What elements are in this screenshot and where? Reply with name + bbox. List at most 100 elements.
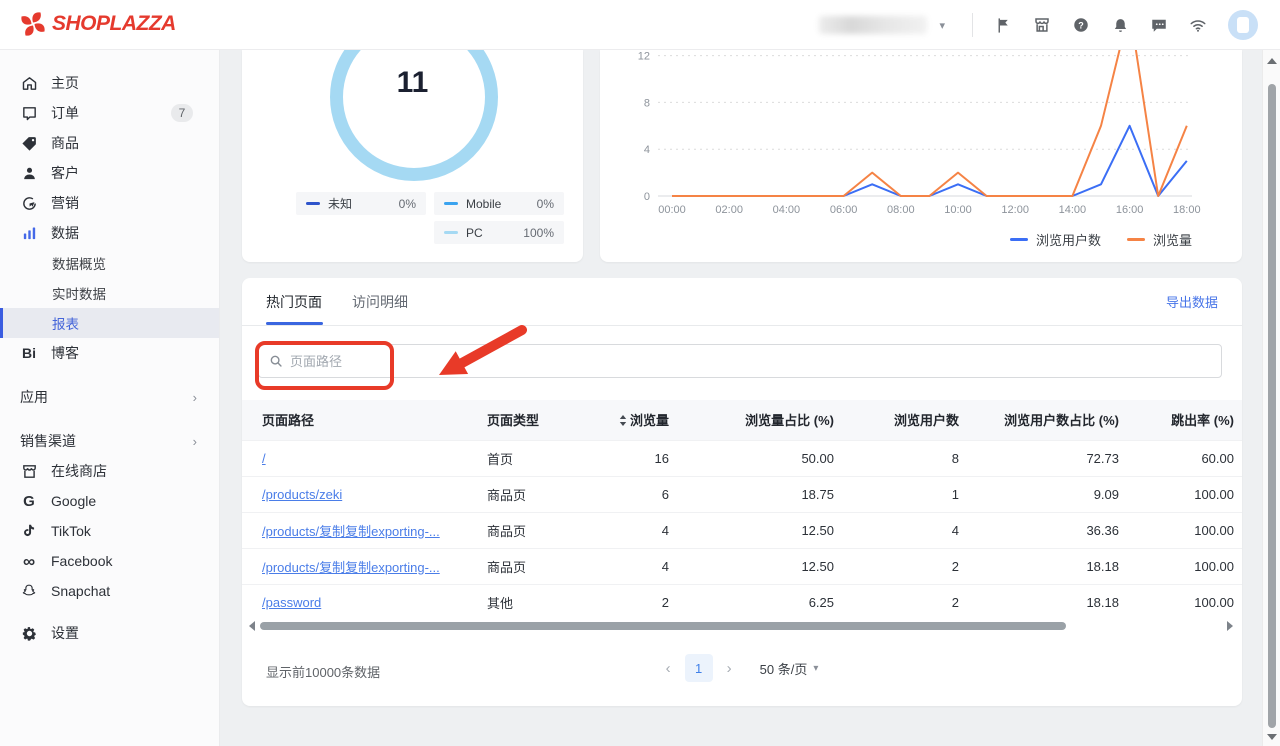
visitors-pct-cell: 18.18 [977, 548, 1137, 584]
scroll-left-icon[interactable] [249, 621, 255, 631]
sidebar-item-customers[interactable]: 客户 [0, 158, 219, 188]
page-type-cell: 商品页 [467, 512, 587, 548]
store-selector[interactable]: ▾ [819, 16, 945, 34]
scroll-up-icon[interactable] [1267, 58, 1277, 64]
shoplazza-logo[interactable]: SHOPLAZZA [20, 11, 176, 37]
table-row: /products/复制复制exporting-... 商品页 4 12.50 … [242, 512, 1242, 548]
scroll-right-icon[interactable] [1227, 621, 1233, 631]
page-path-link[interactable]: /password [262, 595, 462, 610]
bounce-cell: 100.00 [1137, 476, 1242, 512]
legend-dash-icon [1010, 238, 1028, 241]
sidebar-item-analytics[interactable]: 数据 [0, 218, 219, 248]
sidebar-item-products[interactable]: 商品 [0, 128, 219, 158]
svg-text:04:00: 04:00 [773, 204, 801, 216]
legend-item-pc[interactable]: PC 100% [434, 221, 564, 244]
sidebar-item-facebook[interactable]: ∞ Facebook [0, 546, 219, 576]
sidebar-item-snapchat[interactable]: Snapchat [0, 576, 219, 606]
svg-text:06:00: 06:00 [830, 204, 858, 216]
chevron-down-icon: ▾ [813, 663, 818, 674]
bounce-cell: 100.00 [1137, 512, 1242, 548]
table-header-row: 页面路径 页面类型 浏览量 浏览量占比 (%) 浏览用户数 浏览用户数占比 (%… [242, 400, 1242, 440]
chevron-down-icon: ▾ [939, 19, 945, 32]
sidebar-item-settings[interactable]: 设置 [0, 618, 219, 648]
legend-item-visitors[interactable]: 浏览用户数 [1010, 230, 1101, 249]
views-pct-cell: 12.50 [687, 512, 852, 548]
network-wifi-icon[interactable] [1189, 16, 1207, 34]
chevron-right-icon: › [193, 434, 197, 449]
messages-icon[interactable] [1150, 16, 1168, 34]
hot-pages-card: 热门页面 访问明细 导出数据 页面路径 页面类型 浏览量 浏览量占比 (%) 浏… [242, 278, 1242, 706]
google-icon: G [20, 493, 38, 510]
vertical-scrollbar[interactable] [1262, 50, 1280, 746]
svg-text:?: ? [1078, 20, 1084, 30]
sidebar-item-reports-selected[interactable]: 报表 [0, 308, 219, 338]
views-pct-cell: 18.75 [687, 476, 852, 512]
shoplazza-mark-icon [20, 11, 46, 37]
sidebar-item-online-store[interactable]: 在线商店 [0, 456, 219, 486]
legend-item-mobile[interactable]: Mobile 0% [434, 192, 564, 215]
horizontal-scrollbar[interactable] [242, 619, 1242, 633]
search-input[interactable] [290, 354, 1211, 369]
sidebar-item-label: Facebook [51, 553, 112, 569]
col-bounce-rate: 跳出率 (%) [1137, 400, 1242, 440]
legend-dash-icon [306, 202, 320, 205]
tiktok-icon [20, 523, 38, 539]
tab-hot-pages[interactable]: 热门页面 [266, 292, 322, 312]
page-size-select[interactable]: 50 条/页 ▾ [760, 659, 819, 678]
page-path-search[interactable] [258, 344, 1222, 378]
sort-icon[interactable] [619, 414, 627, 429]
sidebar-item-marketing[interactable]: 营销 [0, 188, 219, 218]
bounce-cell: 60.00 [1137, 440, 1242, 476]
tab-visit-detail[interactable]: 访问明细 [352, 292, 408, 312]
sidebar-item-label: 博客 [51, 343, 79, 363]
sidebar-item-apps[interactable]: 应用 › [0, 382, 219, 412]
sidebar-item-label: 订单 [51, 103, 79, 123]
orders-count-badge: 7 [171, 104, 193, 122]
visitors-pct-cell: 72.73 [977, 440, 1137, 476]
svg-text:02:00: 02:00 [715, 204, 743, 216]
next-page-icon[interactable]: › [727, 660, 732, 677]
notifications-bell-icon[interactable] [1111, 16, 1129, 34]
vertical-scrollbar-thumb[interactable] [1268, 84, 1276, 728]
sidebar-item-blog[interactable]: Bi 博客 [0, 338, 219, 368]
col-views-pct: 浏览量占比 (%) [687, 400, 852, 440]
hot-pages-table: 页面路径 页面类型 浏览量 浏览量占比 (%) 浏览用户数 浏览用户数占比 (%… [242, 400, 1242, 620]
legend-item-pageviews[interactable]: 浏览量 [1127, 230, 1192, 249]
avatar[interactable] [1228, 10, 1258, 40]
page-type-cell: 其他 [467, 584, 587, 620]
svg-text:08:00: 08:00 [887, 204, 915, 216]
sidebar-item-label: 在线商店 [51, 461, 107, 481]
page-path-link[interactable]: /products/复制复制exporting-... [262, 557, 462, 576]
visitors-cell: 1 [852, 476, 977, 512]
page-path-link[interactable]: /products/zeki [262, 487, 462, 502]
page-path-link[interactable]: /products/复制复制exporting-... [262, 521, 462, 540]
sidebar-item-label: 应用 [20, 387, 48, 407]
col-views[interactable]: 浏览量 [587, 400, 687, 440]
export-data-link[interactable]: 导出数据 [1166, 292, 1218, 311]
legend-dash-icon [444, 231, 458, 234]
logo-text: SHOPLAZZA [52, 12, 176, 36]
pagination: ‹ 1 › 50 条/页 ▾ [242, 654, 1242, 682]
views-pct-cell: 12.50 [687, 548, 852, 584]
sidebar-item-data-overview[interactable]: 数据概览 [0, 248, 219, 278]
main-content: 11 未知 0% Mobile 0% PC 100% 0481200:0002:… [220, 50, 1262, 746]
current-page-button[interactable]: 1 [685, 654, 713, 682]
sidebar-item-realtime-data[interactable]: 实时数据 [0, 278, 219, 308]
page-type-cell: 商品页 [467, 548, 587, 584]
help-icon[interactable]: ? [1072, 16, 1090, 34]
legend-item-unknown[interactable]: 未知 0% [296, 192, 426, 215]
sidebar-item-label: Google [51, 493, 96, 509]
sidebar-item-sales-channels[interactable]: 销售渠道 › [0, 426, 219, 456]
sidebar-item-google[interactable]: G Google [0, 486, 219, 516]
sidebar-item-home[interactable]: 主页 [0, 68, 219, 98]
traffic-line-chart-card: 0481200:0002:0004:0006:0008:0010:0012:00… [600, 50, 1242, 262]
sidebar-item-tiktok[interactable]: TikTok [0, 516, 219, 546]
svg-text:12:00: 12:00 [1001, 204, 1029, 216]
horizontal-scrollbar-thumb[interactable] [260, 622, 1066, 630]
prev-page-icon[interactable]: ‹ [666, 660, 671, 677]
flag-icon[interactable] [994, 16, 1012, 34]
scroll-down-icon[interactable] [1267, 734, 1277, 740]
page-path-link[interactable]: / [262, 451, 462, 466]
sidebar-item-orders[interactable]: 订单 7 [0, 98, 219, 128]
storefront-icon[interactable] [1033, 16, 1051, 34]
